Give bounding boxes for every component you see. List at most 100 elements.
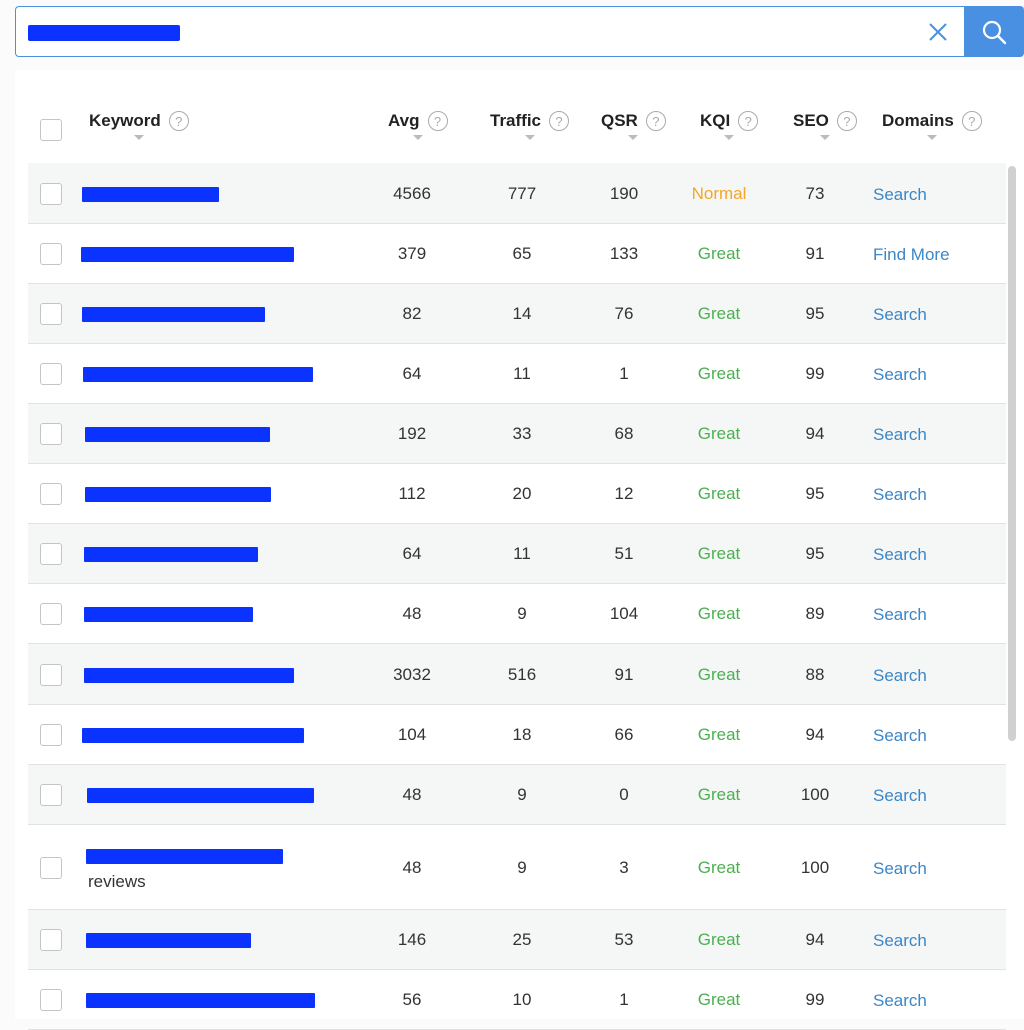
row-checkbox[interactable]	[40, 724, 62, 746]
column-header-avg[interactable]: Avg ?	[388, 111, 448, 140]
redacted-keyword[interactable]	[84, 667, 294, 683]
domains-link[interactable]: Search	[873, 185, 927, 205]
column-header-traffic[interactable]: Traffic ?	[490, 111, 570, 140]
row-checkbox[interactable]	[40, 989, 62, 1011]
column-header-domains[interactable]: Domains ?	[882, 111, 982, 140]
help-circle-icon[interactable]: ?	[168, 111, 189, 131]
table-row[interactable]: 64 11 1 Great 99 Search	[28, 344, 1006, 404]
table-row[interactable]: 82 14 76 Great 95 Search	[28, 284, 1006, 344]
seo-value: 99	[805, 990, 825, 1009]
redacted-keyword[interactable]	[85, 427, 270, 442]
kqi-value: Great	[697, 364, 741, 383]
help-circle-icon[interactable]: ?	[836, 111, 857, 131]
table-row[interactable]: 192 33 68 Great 94 Search	[28, 404, 1006, 464]
table-row[interactable]: reviews 48 9 3 Great 100 Search	[28, 825, 1006, 910]
row-checkbox[interactable]	[40, 543, 62, 565]
redacted-keyword[interactable]	[82, 186, 219, 202]
scrollbar[interactable]	[1008, 166, 1016, 741]
qsr-value: 66	[614, 725, 634, 744]
help-circle-icon[interactable]: ?	[645, 111, 666, 131]
traffic-value: 20	[512, 484, 532, 503]
domains-link[interactable]: Search	[873, 305, 927, 325]
avg-value: 48	[402, 604, 422, 623]
clear-search-button[interactable]	[926, 20, 950, 44]
help-circle-icon[interactable]: ?	[961, 111, 982, 131]
redacted-keyword[interactable]	[86, 848, 283, 864]
search-icon	[982, 20, 1007, 44]
redacted-keyword[interactable]	[82, 307, 265, 322]
domains-link[interactable]: Search	[873, 605, 927, 625]
table-row[interactable]: 146 25 53 Great 94 Search	[28, 910, 1006, 970]
redacted-keyword[interactable]	[87, 788, 314, 803]
domains-link[interactable]: Search	[873, 859, 927, 879]
kqi-value: Great	[697, 244, 741, 263]
row-checkbox[interactable]	[40, 243, 62, 265]
caret-down-icon	[724, 135, 735, 140]
select-all-checkbox[interactable]	[40, 119, 62, 141]
column-header-kqi[interactable]: KQI ?	[700, 111, 759, 140]
table-header: Keyword ? Avg ? Traffic ? QSR ? KQI ? SE…	[15, 70, 1024, 163]
help-circle-icon[interactable]: ?	[549, 111, 570, 131]
domains-link[interactable]: Search	[873, 666, 927, 686]
table-row[interactable]: 56 10 1 Great 99 Search	[28, 970, 1006, 1030]
qsr-value: 12	[614, 484, 634, 503]
redacted-keyword[interactable]	[86, 933, 251, 948]
avg-value: 56	[402, 990, 422, 1009]
domains-link[interactable]: Find More	[873, 245, 950, 265]
domains-link[interactable]: Search	[873, 786, 927, 806]
domains-link[interactable]: Search	[873, 485, 927, 505]
caret-down-icon	[926, 135, 937, 140]
domains-link[interactable]: Search	[873, 991, 927, 1011]
redacted-keyword[interactable]	[81, 247, 294, 262]
table-row[interactable]: 4566 777 190 Normal 73 Search	[28, 163, 1006, 224]
domains-link[interactable]: Search	[873, 425, 927, 445]
domains-link[interactable]: Search	[873, 545, 927, 565]
table-row[interactable]: 379 65 133 Great 91 Find More	[28, 224, 1006, 284]
row-checkbox[interactable]	[40, 303, 62, 325]
table-row[interactable]: 64 11 51 Great 95 Search	[28, 524, 1006, 584]
row-checkbox[interactable]	[40, 663, 62, 686]
table-row[interactable]: 104 18 66 Great 94 Search	[28, 705, 1006, 765]
row-checkbox[interactable]	[40, 363, 62, 385]
traffic-value: 11	[513, 544, 531, 563]
help-circle-icon[interactable]: ?	[738, 111, 759, 131]
table-row[interactable]: 3032 516 91 Great 88 Search	[28, 644, 1006, 705]
domains-link[interactable]: Search	[873, 726, 927, 746]
help-circle-icon[interactable]: ?	[427, 111, 448, 131]
traffic-value: 25	[512, 930, 532, 949]
redacted-keyword[interactable]	[83, 367, 313, 382]
traffic-value: 14	[512, 304, 532, 323]
qsr-value: 3	[619, 857, 629, 877]
table-row[interactable]: 112 20 12 Great 95 Search	[28, 464, 1006, 524]
domains-link[interactable]: Search	[873, 931, 927, 951]
search-button[interactable]	[964, 6, 1024, 57]
table-row[interactable]: 48 9 0 Great 100 Search	[28, 765, 1006, 825]
row-checkbox[interactable]	[40, 483, 62, 505]
avg-value: 64	[402, 544, 422, 563]
row-checkbox[interactable]	[40, 784, 62, 806]
kqi-value: Great	[697, 785, 741, 804]
column-header-label: Traffic	[490, 111, 542, 130]
avg-value: 4566	[393, 183, 431, 203]
column-header-keyword[interactable]: Keyword ?	[89, 111, 189, 140]
row-checkbox[interactable]	[40, 182, 62, 205]
redacted-keyword[interactable]	[86, 993, 315, 1008]
seo-value: 91	[805, 244, 825, 263]
redacted-keyword[interactable]	[85, 487, 271, 502]
row-checkbox[interactable]	[40, 423, 62, 445]
redacted-keyword[interactable]	[82, 728, 304, 743]
row-checkbox[interactable]	[40, 929, 62, 951]
seo-value: 95	[805, 544, 825, 563]
avg-value: 82	[402, 304, 422, 323]
traffic-value: 11	[513, 364, 531, 383]
redacted-keyword[interactable]	[84, 547, 258, 562]
column-header-seo[interactable]: SEO ?	[793, 111, 857, 140]
domains-link[interactable]: Search	[873, 365, 927, 385]
seo-value: 94	[805, 930, 825, 949]
caret-down-icon	[819, 135, 830, 140]
row-checkbox[interactable]	[40, 856, 62, 879]
redacted-keyword[interactable]	[84, 607, 253, 622]
row-checkbox[interactable]	[40, 603, 62, 625]
table-row[interactable]: 48 9 104 Great 89 Search	[28, 584, 1006, 644]
column-header-qsr[interactable]: QSR ?	[601, 111, 666, 140]
